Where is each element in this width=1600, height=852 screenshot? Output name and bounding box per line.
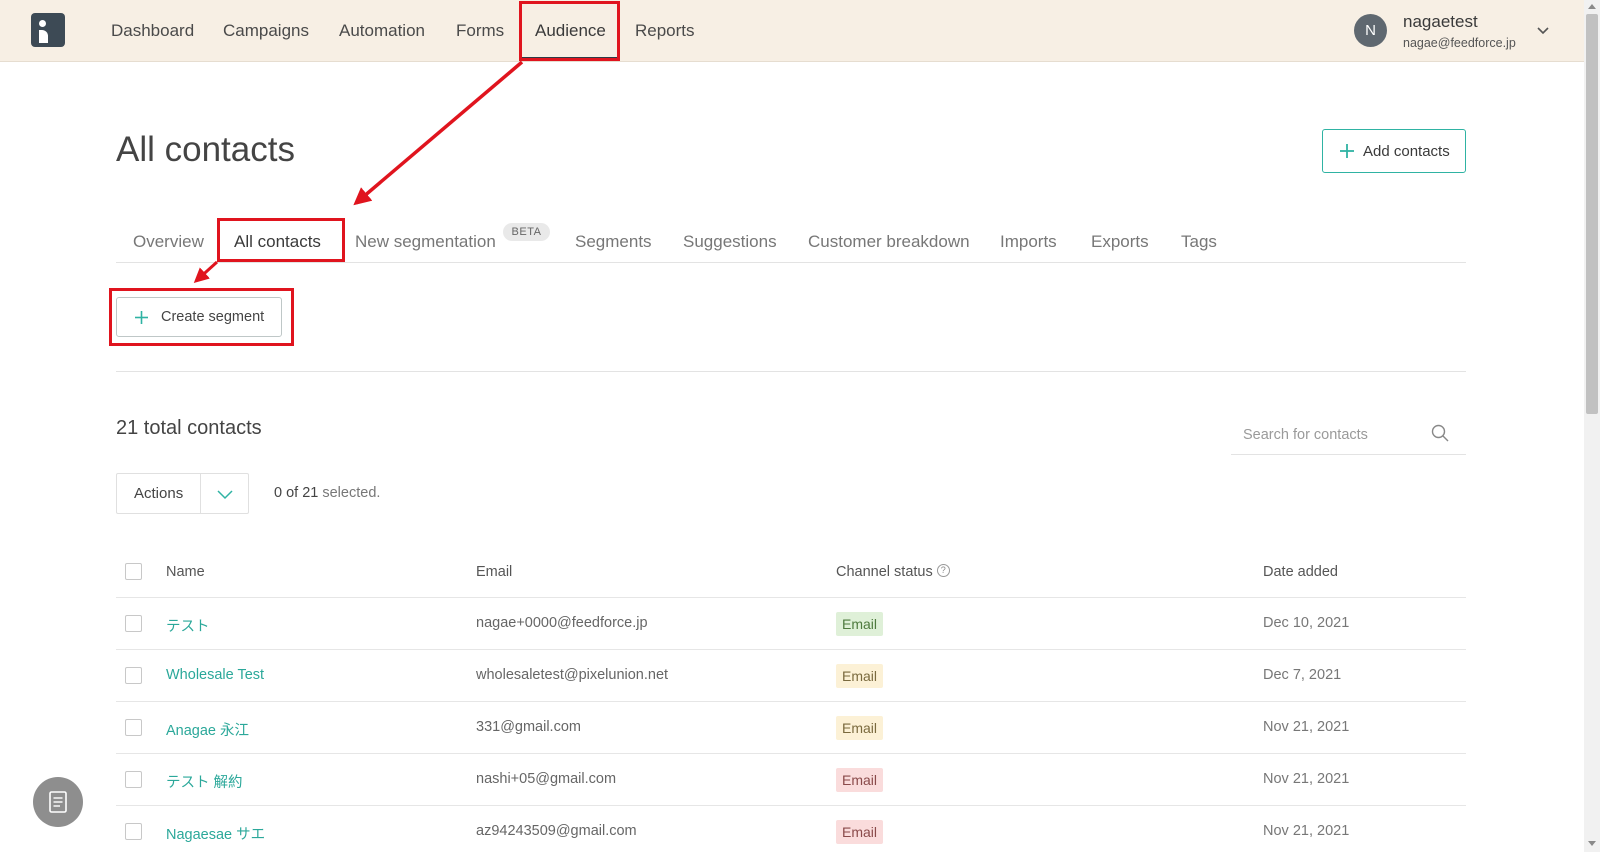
contact-name-link[interactable]: Nagaesae サエ xyxy=(166,823,265,844)
search-icon[interactable] xyxy=(1431,424,1449,442)
nav-campaigns[interactable]: Campaigns xyxy=(223,20,309,42)
row-checkbox[interactable] xyxy=(125,615,142,632)
contact-name-link[interactable]: Anagae 永江 xyxy=(166,719,249,740)
tab-customer-breakdown[interactable]: Customer breakdown xyxy=(808,232,970,252)
document-icon xyxy=(49,791,67,813)
contact-email: nagae+0000@feedforce.jp xyxy=(476,615,648,631)
annotation-highlight-all-contacts-tab xyxy=(217,218,345,262)
add-contacts-button[interactable]: Add contacts xyxy=(1322,129,1466,173)
column-header-date-added[interactable]: Date added xyxy=(1263,564,1338,580)
actions-label[interactable]: Actions xyxy=(134,485,183,502)
channel-status-badge: Email xyxy=(836,768,884,792)
selected-suffix: selected. xyxy=(318,485,381,501)
contact-email: nashi+05@gmail.com xyxy=(476,771,617,787)
table-header-divider xyxy=(116,597,1466,598)
contact-name-link[interactable]: テスト xyxy=(166,615,210,636)
tab-exports[interactable]: Exports xyxy=(1091,232,1149,252)
user-email: nagae@feedforce.jp xyxy=(1403,36,1516,50)
date-added: Nov 21, 2021 xyxy=(1263,823,1350,839)
tab-suggestions[interactable]: Suggestions xyxy=(683,232,777,252)
row-checkbox[interactable] xyxy=(125,771,142,788)
contact-email: az94243509@gmail.com xyxy=(476,823,637,839)
channel-status-badge: Email xyxy=(836,664,884,688)
scroll-down-arrow-icon[interactable] xyxy=(1588,841,1596,846)
logo-dot xyxy=(39,20,46,27)
beta-badge: BETA xyxy=(503,223,550,241)
date-added: Nov 21, 2021 xyxy=(1263,771,1350,787)
actions-dropdown[interactable]: Actions xyxy=(116,473,249,514)
channel-status-badge: Email xyxy=(836,820,884,844)
column-header-channel-status[interactable]: Channel status? xyxy=(836,564,950,580)
row-divider xyxy=(116,753,1466,754)
total-contacts-count: 21 total contacts xyxy=(116,417,262,439)
tab-segments[interactable]: Segments xyxy=(575,232,652,252)
nav-automation[interactable]: Automation xyxy=(339,20,425,42)
annotation-arrow-to-tab xyxy=(353,60,524,206)
row-checkbox[interactable] xyxy=(125,719,142,736)
search-input[interactable] xyxy=(1243,423,1428,447)
channel-status-badge: Email xyxy=(836,612,884,636)
annotation-arrow-to-button xyxy=(193,260,219,284)
date-added: Dec 10, 2021 xyxy=(1263,615,1350,631)
section-divider xyxy=(116,371,1466,372)
tab-overview[interactable]: Overview xyxy=(133,232,204,252)
date-added: Nov 21, 2021 xyxy=(1263,719,1350,735)
row-checkbox[interactable] xyxy=(125,823,142,840)
nav-reports[interactable]: Reports xyxy=(635,20,695,42)
user-avatar[interactable]: N xyxy=(1354,14,1387,47)
help-icon[interactable]: ? xyxy=(936,564,950,577)
tab-tags[interactable]: Tags xyxy=(1181,232,1217,252)
row-divider xyxy=(116,805,1466,806)
tab-imports[interactable]: Imports xyxy=(1000,232,1057,252)
column-header-email[interactable]: Email xyxy=(476,564,512,580)
annotation-highlight-audience xyxy=(519,1,620,61)
floating-notes-button[interactable] xyxy=(33,777,83,827)
row-divider xyxy=(116,701,1466,702)
actions-divider xyxy=(200,474,201,513)
select-all-checkbox[interactable] xyxy=(125,563,142,580)
date-added: Dec 7, 2021 xyxy=(1263,667,1342,683)
row-divider xyxy=(116,649,1466,650)
plus-icon xyxy=(1340,144,1354,158)
add-contacts-label: Add contacts xyxy=(1363,143,1450,160)
contact-name-link[interactable]: Wholesale Test xyxy=(166,667,264,683)
page-title: All contacts xyxy=(116,130,295,169)
chevron-down-icon[interactable] xyxy=(217,488,233,500)
contact-name-link[interactable]: テスト 解約 xyxy=(166,771,243,792)
scroll-thumb[interactable] xyxy=(1586,14,1598,414)
selection-status: 0 of 21 selected. xyxy=(274,485,380,501)
row-checkbox[interactable] xyxy=(125,667,142,684)
channel-status-label: Channel status xyxy=(836,564,933,580)
nav-dashboard[interactable]: Dashboard xyxy=(111,20,194,42)
annotation-highlight-create-segment xyxy=(109,288,294,346)
channel-status-badge: Email xyxy=(836,716,884,740)
chevron-down-icon[interactable] xyxy=(1536,24,1550,38)
contact-search xyxy=(1231,415,1466,455)
column-header-name[interactable]: Name xyxy=(166,564,205,580)
contact-email: wholesaletest@pixelunion.net xyxy=(476,667,669,683)
nav-forms[interactable]: Forms xyxy=(456,20,504,42)
top-navigation-bar: Dashboard Campaigns Automation Forms Aud… xyxy=(0,0,1584,62)
page-scrollbar[interactable] xyxy=(1584,0,1600,852)
tab-new-segmentation[interactable]: New segmentation xyxy=(355,232,496,252)
selected-count: 0 of 21 xyxy=(274,485,319,501)
user-name[interactable]: nagaetest xyxy=(1403,12,1478,32)
app-logo[interactable] xyxy=(31,13,65,47)
logo-stem xyxy=(39,30,48,43)
tabs-divider xyxy=(116,262,1466,263)
contact-email: 331@gmail.com xyxy=(476,719,581,735)
scroll-up-arrow-icon[interactable] xyxy=(1588,4,1596,9)
